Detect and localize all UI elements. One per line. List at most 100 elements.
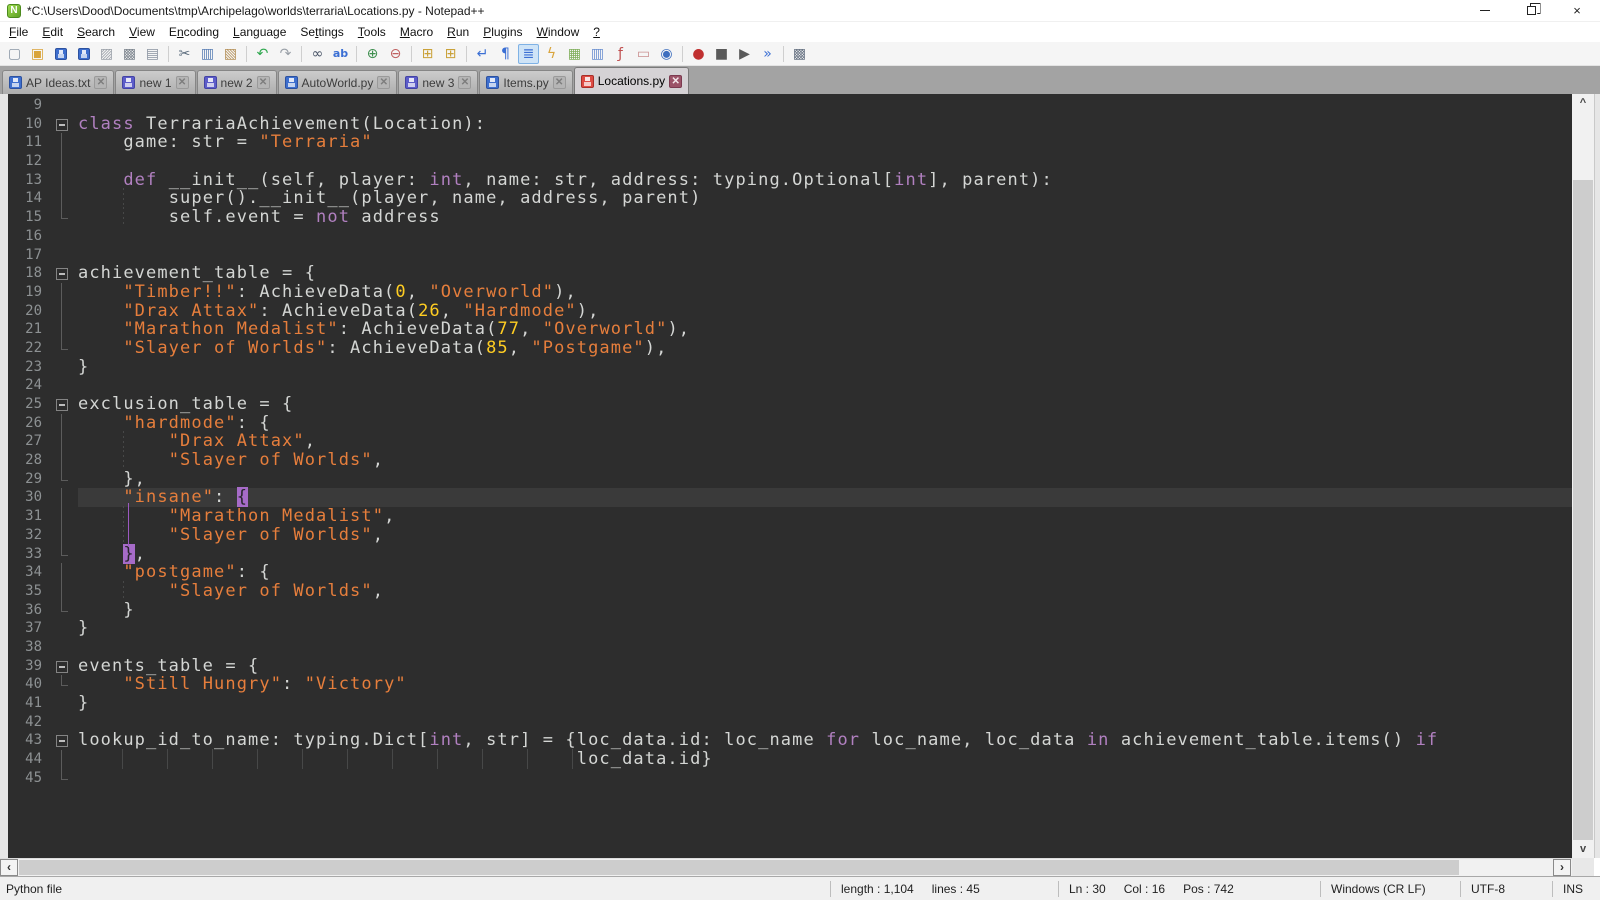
run-script-button[interactable]: ƒ	[610, 44, 631, 64]
monitoring-button[interactable]: ◉	[656, 44, 677, 64]
code-line[interactable]: 9	[8, 96, 1572, 115]
sync-vertical-scroll-button[interactable]: ⊞	[417, 44, 438, 64]
tab-close-icon[interactable]: ✕	[257, 76, 270, 89]
code-line[interactable]: 42	[8, 713, 1572, 732]
horizontal-scroll-thumb[interactable]	[19, 860, 1459, 875]
code-line[interactable]: 33 },	[8, 545, 1572, 564]
code-line[interactable]: 32 "Slayer of Worlds",	[8, 526, 1572, 545]
fold-toggle-icon[interactable]	[52, 488, 78, 507]
code-line[interactable]: 40 "Still Hungry": "Victory"	[8, 675, 1572, 694]
menu-[interactable]: ?	[586, 23, 607, 41]
horizontal-scrollbar[interactable]: ‹ ›	[0, 858, 1572, 876]
fold-toggle-icon[interactable]	[52, 657, 78, 676]
tab-close-icon[interactable]: ✕	[94, 76, 107, 89]
code-line[interactable]: 20 "Drax Attax": AchieveData(26, "Hardmo…	[8, 302, 1572, 321]
menu-tools[interactable]: Tools	[351, 23, 393, 41]
menu-settings[interactable]: Settings	[293, 23, 350, 41]
macro-run-multiple-button[interactable]: »	[757, 44, 778, 64]
menu-file[interactable]: File	[2, 23, 35, 41]
scroll-down-arrow[interactable]: v	[1572, 840, 1594, 858]
close-all-button[interactable]: ▩	[119, 44, 140, 64]
code-line[interactable]: 39events_table = {	[8, 657, 1572, 676]
menu-plugins[interactable]: Plugins	[476, 23, 529, 41]
undo-button[interactable]: ↶	[252, 44, 273, 64]
tab-close-icon[interactable]: ✕	[553, 76, 566, 89]
menu-run[interactable]: Run	[440, 23, 476, 41]
code-line[interactable]: 14 super().__init__(player, name, addres…	[8, 189, 1572, 208]
editor-pane[interactable]: 910class TerrariaAchievement(Location):1…	[8, 94, 1572, 858]
code-line[interactable]: 21 "Marathon Medalist": AchieveData(77, …	[8, 320, 1572, 339]
macro-record-button[interactable]: ●	[688, 44, 709, 64]
tab-autoworld-py[interactable]: AutoWorld.py✕	[278, 70, 398, 94]
fold-toggle-icon[interactable]	[52, 171, 78, 190]
macro-play-button[interactable]: ▶	[734, 44, 755, 64]
close-button[interactable]: ▨	[96, 44, 117, 64]
zoom-out-button[interactable]: ⊖	[385, 44, 406, 64]
fold-toggle-icon[interactable]	[52, 731, 78, 750]
vertical-scroll-thumb[interactable]	[1573, 180, 1593, 840]
code-line[interactable]: 25exclusion_table = {	[8, 395, 1572, 414]
code-line[interactable]: 16	[8, 227, 1572, 246]
tab-close-icon[interactable]: ✕	[176, 76, 189, 89]
code-line[interactable]: 30 "insane": {	[8, 488, 1572, 507]
show-all-characters-button[interactable]: ¶	[495, 44, 516, 64]
menu-window[interactable]: Window	[530, 23, 587, 41]
word-wrap-button[interactable]: ↵	[472, 44, 493, 64]
paste-button[interactable]: ▧	[220, 44, 241, 64]
code-line[interactable]: 44 loc_data.id}	[8, 750, 1572, 769]
code-line[interactable]: 41}	[8, 694, 1572, 713]
tab-new-2[interactable]: new 2✕	[197, 70, 277, 94]
menu-edit[interactable]: Edit	[35, 23, 70, 41]
print-button[interactable]: ▤	[142, 44, 163, 64]
cut-button[interactable]: ✂	[174, 44, 195, 64]
minimize-button[interactable]	[1462, 0, 1508, 22]
code-line[interactable]: 13 def __init__(self, player: int, name:…	[8, 171, 1572, 190]
macro-stop-button[interactable]: ■	[711, 44, 732, 64]
code-line[interactable]: 45	[8, 769, 1572, 788]
tab-new-3[interactable]: new 3✕	[398, 70, 478, 94]
code-line[interactable]: 22 "Slayer of Worlds": AchieveData(85, "…	[8, 339, 1572, 358]
show-indent-guide-button[interactable]: ≣	[518, 44, 539, 64]
scroll-up-arrow[interactable]: ^	[1572, 94, 1594, 112]
menu-view[interactable]: View	[122, 23, 162, 41]
trim-trailing-and-save-button[interactable]: ▩	[789, 44, 810, 64]
function-list-button[interactable]: ϟ	[541, 44, 562, 64]
code-line[interactable]: 24	[8, 376, 1572, 395]
code-line[interactable]: 10class TerrariaAchievement(Location):	[8, 115, 1572, 134]
zoom-in-button[interactable]: ⊕	[362, 44, 383, 64]
tab-locations-py[interactable]: Locations.py✕	[574, 67, 689, 94]
menu-macro[interactable]: Macro	[393, 23, 440, 41]
code-line[interactable]: 38	[8, 638, 1572, 657]
scroll-left-arrow[interactable]: ‹	[0, 859, 18, 876]
open-file-button[interactable]: ▣	[27, 44, 48, 64]
code-line[interactable]: 27 "Drax Attax",	[8, 432, 1572, 451]
code-line[interactable]: 11 game: str = "Terraria"	[8, 133, 1572, 152]
status-insert-mode[interactable]: INS	[1552, 881, 1600, 897]
fold-toggle-icon[interactable]	[52, 414, 78, 433]
copy-button[interactable]: ▥	[197, 44, 218, 64]
tab-items-py[interactable]: Items.py✕	[479, 70, 572, 94]
fold-toggle-icon[interactable]	[52, 115, 78, 134]
tab-close-icon[interactable]: ✕	[669, 75, 682, 88]
tab-ap-ideas-txt[interactable]: AP Ideas.txt✕	[2, 70, 114, 94]
code-line[interactable]: 28 "Slayer of Worlds",	[8, 451, 1572, 470]
code-line[interactable]: 37}	[8, 619, 1572, 638]
menu-language[interactable]: Language	[226, 23, 293, 41]
code-line[interactable]: 15 self.event = not address	[8, 208, 1572, 227]
code-line[interactable]: 31 "Marathon Medalist",	[8, 507, 1572, 526]
sync-horizontal-scroll-button[interactable]: ⊞	[440, 44, 461, 64]
restore-button[interactable]	[1508, 0, 1554, 22]
tab-close-icon[interactable]: ✕	[458, 76, 471, 89]
code-line[interactable]: 35 "Slayer of Worlds",	[8, 582, 1572, 601]
code-line[interactable]: 34 "postgame": {	[8, 563, 1572, 582]
menu-encoding[interactable]: Encoding	[162, 23, 226, 41]
code-line[interactable]: 23}	[8, 358, 1572, 377]
close-button[interactable]: ×	[1554, 0, 1600, 22]
replace-button[interactable]: ab	[330, 44, 351, 64]
new-file-button[interactable]: ▢	[4, 44, 25, 64]
fold-toggle-icon[interactable]	[52, 264, 78, 283]
find-button[interactable]: ∞	[307, 44, 328, 64]
document-map-button[interactable]: ▦	[564, 44, 585, 64]
folder-as-workspace-button[interactable]: ▭	[633, 44, 654, 64]
fold-toggle-icon[interactable]	[52, 395, 78, 414]
